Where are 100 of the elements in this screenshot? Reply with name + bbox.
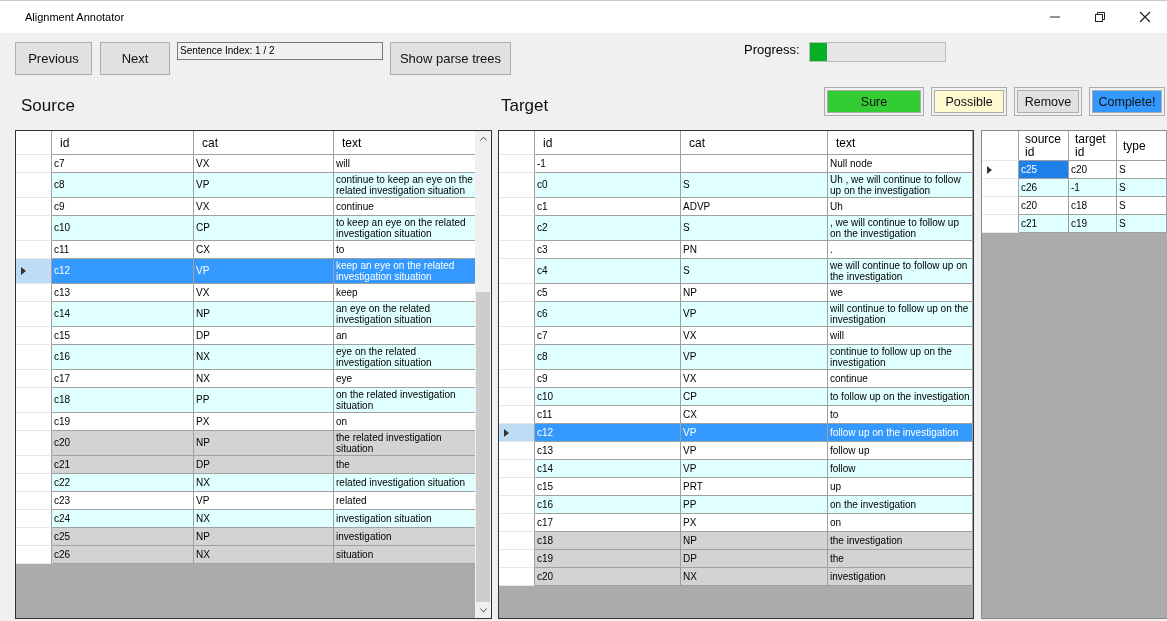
table-cell[interactable]: DP bbox=[681, 550, 828, 568]
table-cell[interactable]: eye on the related investigation situation bbox=[334, 345, 476, 370]
show-parse-trees-button[interactable]: Show parse trees bbox=[390, 42, 511, 75]
table-cell[interactable]: c10 bbox=[535, 388, 681, 406]
previous-button[interactable]: Previous bbox=[15, 42, 92, 75]
table-cell[interactable]: NP bbox=[681, 532, 828, 550]
table-cell[interactable]: S bbox=[681, 216, 828, 241]
table-cell[interactable]: investigation bbox=[334, 528, 476, 546]
table-cell[interactable]: the related investigation situation bbox=[334, 431, 476, 456]
table-cell[interactable]: DP bbox=[194, 456, 334, 474]
table-cell[interactable]: the bbox=[334, 456, 476, 474]
table-cell[interactable]: c19 bbox=[1069, 215, 1117, 233]
table-cell[interactable]: c20 bbox=[52, 431, 194, 456]
table-cell[interactable]: situation bbox=[334, 546, 476, 564]
table-cell[interactable]: continue to follow up on the investigation bbox=[828, 345, 973, 370]
table-cell[interactable]: c4 bbox=[535, 259, 681, 284]
table-cell[interactable]: c20 bbox=[535, 568, 681, 586]
table-cell[interactable]: c24 bbox=[52, 510, 194, 528]
row-pointer-icon bbox=[504, 428, 509, 437]
scrollbar[interactable] bbox=[475, 131, 491, 618]
table-cell[interactable]: an eye on the related investigation situation bbox=[334, 302, 476, 327]
sentence-index-field: Sentence Index: 1 / 2 bbox=[177, 42, 383, 60]
column-header[interactable]: target id bbox=[1069, 131, 1117, 161]
progress-label: Progress: bbox=[744, 42, 800, 57]
table-cell[interactable]: continue to keep an eye on the related investigation situation bbox=[334, 173, 476, 198]
column-header[interactable]: type bbox=[1117, 131, 1167, 161]
complete-button[interactable]: Complete! bbox=[1089, 87, 1165, 116]
scrollbar-thumb[interactable] bbox=[476, 292, 490, 602]
remove-button[interactable]: Remove bbox=[1014, 87, 1082, 116]
table-cell[interactable]: VP bbox=[194, 173, 334, 198]
table-cell[interactable]: the bbox=[828, 550, 973, 568]
table-cell[interactable]: S bbox=[1117, 179, 1167, 197]
column-header[interactable]: cat bbox=[194, 131, 334, 155]
possible-button[interactable]: Possible bbox=[931, 87, 1007, 116]
column-header[interactable]: source id bbox=[1019, 131, 1069, 161]
table-cell[interactable]: NP bbox=[194, 528, 334, 546]
table-cell[interactable]: to follow up on the investigation bbox=[828, 388, 973, 406]
column-header[interactable]: id bbox=[52, 131, 194, 155]
table-cell[interactable]: c19 bbox=[535, 550, 681, 568]
table-cell[interactable]: will continue to follow up on the investigation bbox=[828, 302, 973, 327]
table-cell[interactable]: , we will continue to follow up on the investigation bbox=[828, 216, 973, 241]
table-cell[interactable]: investigation bbox=[828, 568, 973, 586]
column-header[interactable]: id bbox=[535, 131, 681, 155]
table-cell[interactable]: follow bbox=[828, 460, 973, 478]
table-cell[interactable]: S bbox=[1117, 215, 1167, 233]
table-cell[interactable]: NX bbox=[194, 474, 334, 492]
table-cell[interactable]: VP bbox=[681, 302, 828, 327]
scroll-down-icon[interactable] bbox=[479, 608, 487, 613]
table-cell[interactable]: -1 bbox=[1069, 179, 1117, 197]
table-cell[interactable]: CP bbox=[194, 216, 334, 241]
table-cell[interactable]: S bbox=[681, 173, 828, 198]
restore-icon[interactable] bbox=[1094, 11, 1106, 23]
table-cell[interactable]: c0 bbox=[535, 173, 681, 198]
table-cell[interactable]: NX bbox=[194, 345, 334, 370]
table-cell[interactable]: c8 bbox=[535, 345, 681, 370]
table-cell[interactable]: c26 bbox=[1019, 179, 1069, 197]
scroll-up-icon[interactable] bbox=[479, 136, 487, 141]
table-cell[interactable]: investigation situation bbox=[334, 510, 476, 528]
next-button[interactable]: Next bbox=[100, 42, 170, 75]
table-cell[interactable]: on the investigation bbox=[828, 496, 973, 514]
table-cell[interactable]: c22 bbox=[52, 474, 194, 492]
table-cell[interactable]: NX bbox=[681, 568, 828, 586]
table-cell[interactable]: c18 bbox=[535, 532, 681, 550]
table-cell[interactable]: c26 bbox=[52, 546, 194, 564]
table-cell[interactable]: c21 bbox=[52, 456, 194, 474]
column-header[interactable]: text bbox=[828, 131, 973, 155]
table-cell[interactable]: NP bbox=[194, 302, 334, 327]
table-cell[interactable]: c8 bbox=[52, 173, 194, 198]
table-cell[interactable]: to keep an eye on the related investigation situation bbox=[334, 216, 476, 241]
table-cell[interactable]: VP bbox=[681, 345, 828, 370]
table-cell[interactable]: PP bbox=[194, 388, 334, 413]
table-cell[interactable]: c14 bbox=[535, 460, 681, 478]
table-cell[interactable]: c2 bbox=[535, 216, 681, 241]
table-cell[interactable]: the investigation bbox=[828, 532, 973, 550]
source-heading: Source bbox=[21, 96, 75, 115]
table-cell[interactable]: NX bbox=[194, 546, 334, 564]
close-icon[interactable] bbox=[1139, 11, 1151, 23]
table-cell[interactable]: c6 bbox=[535, 302, 681, 327]
table-cell[interactable]: c25 bbox=[1019, 161, 1069, 179]
table-cell[interactable]: c14 bbox=[52, 302, 194, 327]
column-header[interactable]: cat bbox=[681, 131, 828, 155]
table-cell[interactable]: c25 bbox=[52, 528, 194, 546]
row-header[interactable] bbox=[982, 161, 1019, 179]
table-cell[interactable]: CP bbox=[681, 388, 828, 406]
table-cell[interactable]: c16 bbox=[52, 345, 194, 370]
table-cell[interactable]: c16 bbox=[535, 496, 681, 514]
sure-button[interactable]: Sure bbox=[824, 87, 924, 116]
table-cell[interactable]: S bbox=[681, 259, 828, 284]
table-cell[interactable]: Uh , we will continue to follow up on the investigation bbox=[828, 173, 973, 198]
table-cell[interactable]: we will continue to follow up on the investigation bbox=[828, 259, 973, 284]
table-cell[interactable]: PP bbox=[681, 496, 828, 514]
table-cell[interactable]: c21 bbox=[1019, 215, 1069, 233]
table-cell[interactable]: VP bbox=[681, 460, 828, 478]
table-cell[interactable]: c18 bbox=[52, 388, 194, 413]
table-cell[interactable]: related investigation situation bbox=[334, 474, 476, 492]
table-cell[interactable]: on the related investigation situation bbox=[334, 388, 476, 413]
row-header[interactable] bbox=[499, 424, 535, 442]
table-cell[interactable]: c10 bbox=[52, 216, 194, 241]
table-cell[interactable]: NP bbox=[194, 431, 334, 456]
table-cell[interactable]: NX bbox=[194, 510, 334, 528]
